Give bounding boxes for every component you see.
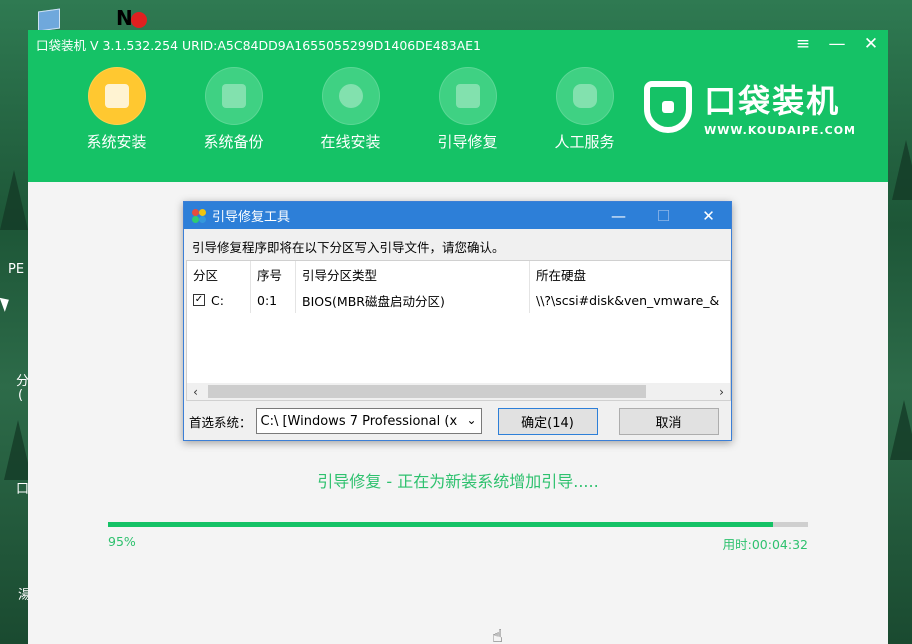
column-header[interactable]: 分区 bbox=[187, 261, 251, 287]
row-checkbox[interactable]: ✓ bbox=[193, 294, 205, 306]
pinwheel-icon bbox=[192, 208, 206, 223]
toolbar: 系统安装 系统备份 在线安装 引导修复 人工服务 口袋装机 WWW.KOUDAI… bbox=[28, 58, 888, 182]
shield-logo-icon bbox=[644, 80, 693, 133]
toolbox-icon bbox=[438, 67, 497, 125]
desktop-shortcut-icon[interactable] bbox=[38, 8, 60, 32]
list-header: 分区 序号 引导分区类型 所在硬盘 bbox=[187, 261, 730, 287]
system-backup-icon bbox=[204, 67, 263, 125]
dialog-title-bar: 引导修复工具 — ☐ ✕ bbox=[184, 202, 731, 229]
chevron-down-icon: ⌄ bbox=[464, 413, 477, 427]
index-cell: 0:1 bbox=[251, 287, 296, 313]
tab-label: 人工服务 bbox=[554, 133, 615, 151]
tab-label: 引导修复 bbox=[437, 133, 498, 151]
type-cell: BIOS(MBR磁盘启动分区) bbox=[296, 287, 530, 313]
chat-icon bbox=[555, 67, 614, 125]
preferred-system-label: 首选系统： bbox=[189, 414, 252, 430]
table-row[interactable]: ✓ C: 0:1 BIOS(MBR磁盘启动分区) \\?\scsi#disk&ve… bbox=[187, 287, 730, 313]
disk-cell: \\?\scsi#disk&ven_vmware_& bbox=[536, 292, 720, 308]
tab-online-install[interactable]: 在线安装 bbox=[292, 58, 409, 182]
tab-manual-service[interactable]: 人工服务 bbox=[526, 58, 643, 182]
desktop-label: PE bbox=[8, 262, 25, 277]
column-header[interactable]: 引导分区类型 bbox=[296, 261, 530, 287]
tree-silhouette bbox=[890, 400, 912, 460]
cancel-button[interactable]: 取消 bbox=[618, 407, 719, 435]
desktop-label: ( bbox=[18, 388, 24, 403]
column-header[interactable]: 序号 bbox=[251, 261, 296, 287]
dialog-message: 引导修复程序即将在以下分区写入引导文件，请您确认。 bbox=[192, 240, 505, 255]
progress-bar bbox=[108, 522, 808, 527]
boot-repair-dialog: 引导修复工具 — ☐ ✕ 引导修复程序即将在以下分区写入引导文件，请您确认。 分… bbox=[183, 201, 732, 441]
tab-label: 系统安装 bbox=[86, 133, 147, 151]
column-header[interactable]: 所在硬盘 bbox=[530, 261, 730, 287]
mouse-cursor-icon bbox=[0, 295, 13, 312]
elapsed-time: 用时:00:04:32 bbox=[722, 537, 808, 552]
tab-label: 在线安装 bbox=[320, 133, 381, 151]
tab-system-install[interactable]: 系统安装 bbox=[58, 58, 175, 182]
tab-system-backup[interactable]: 系统备份 bbox=[175, 58, 292, 182]
title-bar: 口袋装机 V 3.1.532.254 URID:A5C84DD9A1655055… bbox=[28, 30, 888, 58]
hand-cursor-icon: ☝ bbox=[492, 626, 503, 644]
system-install-icon bbox=[87, 67, 146, 125]
download-icon bbox=[321, 67, 380, 125]
menu-icon[interactable]: ≡ bbox=[786, 30, 820, 58]
dialog-close-button[interactable]: ✕ bbox=[686, 202, 731, 229]
tab-label: 系统备份 bbox=[203, 133, 264, 151]
brand-logo: 口袋装机 WWW.KOUDAIPE.COM bbox=[644, 76, 856, 137]
window-title: 口袋装机 V 3.1.532.254 URID:A5C84DD9A1655055… bbox=[36, 37, 482, 53]
tree-silhouette bbox=[892, 140, 912, 200]
scroll-right-icon[interactable]: › bbox=[713, 385, 730, 399]
horizontal-scrollbar[interactable]: ‹ › bbox=[187, 383, 730, 400]
brand-url: WWW.KOUDAIPE.COM bbox=[704, 124, 856, 137]
dialog-title: 引导修复工具 bbox=[212, 210, 291, 225]
status-text: 引导修复 - 正在为新装系统增加引导..... bbox=[317, 472, 599, 491]
scroll-thumb[interactable] bbox=[208, 385, 646, 398]
progress-percent: 95% bbox=[108, 534, 136, 549]
np-app-icon[interactable]: N bbox=[116, 6, 147, 30]
dialog-footer: 首选系统： C:\ [Windows 7 Professional (x ⌄ 确… bbox=[184, 406, 731, 436]
dialog-minimize-button[interactable]: — bbox=[596, 202, 641, 229]
partition-cell: C: bbox=[211, 292, 224, 308]
progress-fill bbox=[108, 522, 773, 527]
dialog-maximize-button[interactable]: ☐ bbox=[641, 202, 686, 229]
preferred-system-select[interactable]: C:\ [Windows 7 Professional (x ⌄ bbox=[255, 408, 482, 434]
scroll-left-icon[interactable]: ‹ bbox=[187, 385, 204, 399]
tree-silhouette bbox=[0, 170, 28, 230]
tab-boot-repair[interactable]: 引导修复 bbox=[409, 58, 526, 182]
minimize-button[interactable]: — bbox=[820, 30, 854, 58]
close-button[interactable]: ✕ bbox=[854, 30, 888, 58]
confirm-button[interactable]: 确定(14) bbox=[497, 407, 598, 435]
brand-name: 口袋装机 bbox=[704, 82, 841, 120]
partition-list: 分区 序号 引导分区类型 所在硬盘 ✓ C: 0:1 BIOS(MBR磁盘启动分区… bbox=[186, 260, 731, 401]
